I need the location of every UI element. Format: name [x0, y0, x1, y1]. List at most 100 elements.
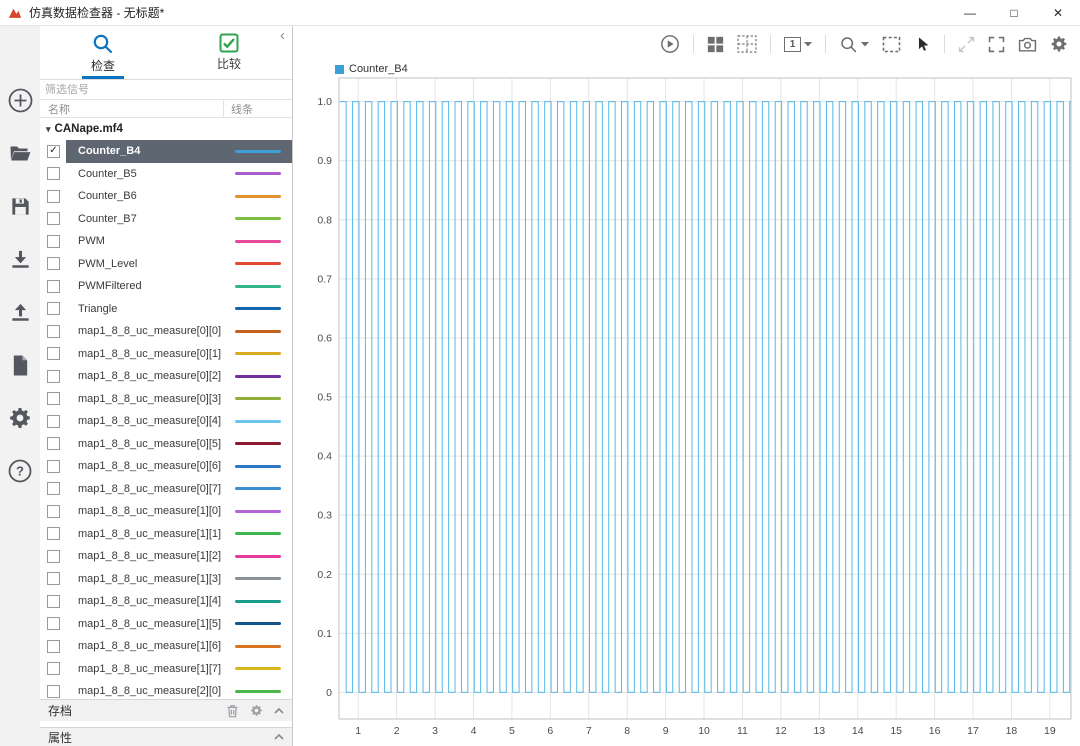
- chart-container[interactable]: Counter_B4 1 2 3 4 5 6 7 8 9 10 11 12 13 14 15 16 17 18 19…: [293, 62, 1080, 746]
- collapse-up-icon[interactable]: [274, 707, 284, 714]
- archive-label: 存档: [48, 704, 73, 718]
- view-count-box: 1: [784, 36, 801, 52]
- help-button[interactable]: ?: [6, 457, 34, 485]
- signal-checkbox[interactable]: [40, 432, 66, 455]
- import-button[interactable]: [6, 245, 34, 273]
- signal-checkbox[interactable]: [40, 342, 66, 365]
- signal-panel: 检查 比较 ‹ 名称 线条 ▾ CANape.mf4 ✓: [40, 26, 293, 746]
- signal-checkbox[interactable]: [40, 365, 66, 388]
- trash-icon[interactable]: [226, 704, 239, 718]
- signal-row[interactable]: map1_8_8_uc_measure[1][2]: [40, 545, 292, 568]
- signal-row[interactable]: map1_8_8_uc_measure[0][7]: [40, 477, 292, 500]
- signal-checkbox[interactable]: [40, 680, 66, 699]
- plot-settings-button[interactable]: [1050, 35, 1068, 53]
- signal-row[interactable]: Triangle: [40, 297, 292, 320]
- signal-row[interactable]: map1_8_8_uc_measure[1][3]: [40, 567, 292, 590]
- signal-row[interactable]: map1_8_8_uc_measure[1][4]: [40, 590, 292, 613]
- tab-inspect[interactable]: 检查: [40, 26, 166, 79]
- gear-icon[interactable]: [250, 704, 263, 717]
- signal-row[interactable]: PWM: [40, 230, 292, 253]
- fit-to-view-button[interactable]: [882, 36, 901, 53]
- snapshot-button[interactable]: [1018, 36, 1037, 53]
- signal-row[interactable]: PWM_Level: [40, 252, 292, 275]
- report-button[interactable]: [6, 351, 34, 379]
- svg-text:9: 9: [663, 725, 669, 737]
- signal-row[interactable]: map1_8_8_uc_measure[2][0]: [40, 680, 292, 699]
- tab-compare[interactable]: 比较: [166, 26, 292, 79]
- signal-row[interactable]: map1_8_8_uc_measure[1][1]: [40, 522, 292, 545]
- signal-checkbox[interactable]: [40, 387, 66, 410]
- open-file-button[interactable]: [6, 139, 34, 167]
- svg-text:0.2: 0.2: [317, 569, 332, 581]
- signal-row[interactable]: PWMFiltered: [40, 275, 292, 298]
- signal-checkbox[interactable]: [40, 657, 66, 680]
- save-button[interactable]: [6, 192, 34, 220]
- fullscreen-button[interactable]: [988, 36, 1005, 53]
- playback-button[interactable]: [660, 34, 680, 54]
- add-run-button[interactable]: [6, 86, 34, 114]
- collapse-up-icon[interactable]: [274, 734, 284, 740]
- signal-row[interactable]: map1_8_8_uc_measure[0][0]: [40, 320, 292, 343]
- signal-checkbox[interactable]: [40, 230, 66, 253]
- signal-row[interactable]: map1_8_8_uc_measure[1][0]: [40, 500, 292, 523]
- signal-row[interactable]: ✓ Counter_B4: [40, 140, 292, 163]
- signal-checkbox[interactable]: ✓: [40, 140, 66, 163]
- signal-row[interactable]: map1_8_8_uc_measure[1][7]: [40, 657, 292, 680]
- signal-row[interactable]: map1_8_8_uc_measure[0][1]: [40, 342, 292, 365]
- signal-checkbox[interactable]: [40, 252, 66, 275]
- signal-checkbox[interactable]: [40, 500, 66, 523]
- minimize-button[interactable]: —: [948, 0, 992, 25]
- signal-row[interactable]: map1_8_8_uc_measure[0][6]: [40, 455, 292, 478]
- filter-signals-input[interactable]: [40, 80, 292, 99]
- signal-checkbox[interactable]: [40, 410, 66, 433]
- signal-checkbox[interactable]: [40, 207, 66, 230]
- signal-checkbox[interactable]: [40, 455, 66, 478]
- signal-checkbox[interactable]: [40, 477, 66, 500]
- toolbar-separator: [825, 35, 826, 53]
- zoom-dropdown[interactable]: [839, 35, 869, 54]
- signal-checkbox[interactable]: [40, 635, 66, 658]
- signal-row[interactable]: Counter_B7: [40, 207, 292, 230]
- signal-row[interactable]: map1_8_8_uc_measure[0][2]: [40, 365, 292, 388]
- signal-row[interactable]: map1_8_8_uc_measure[0][4]: [40, 410, 292, 433]
- signal-name: map1_8_8_uc_measure[2][0]: [78, 685, 222, 698]
- signal-checkbox[interactable]: [40, 545, 66, 568]
- signal-line-swatch: [224, 365, 292, 388]
- subplot-grid-button[interactable]: [737, 35, 757, 53]
- signal-line-swatch: [224, 680, 292, 699]
- pointer-tool-button[interactable]: [914, 36, 931, 53]
- signal-checkbox[interactable]: [40, 162, 66, 185]
- maximize-button[interactable]: □: [992, 0, 1036, 25]
- preferences-button[interactable]: [6, 404, 34, 432]
- signal-row[interactable]: map1_8_8_uc_measure[1][6]: [40, 635, 292, 658]
- signal-checkbox[interactable]: [40, 297, 66, 320]
- signal-row[interactable]: map1_8_8_uc_measure[0][3]: [40, 387, 292, 410]
- collapse-panel-icon[interactable]: ‹: [280, 28, 285, 43]
- run-group-row[interactable]: ▾ CANape.mf4: [40, 118, 292, 140]
- play-circle-icon: [661, 35, 679, 53]
- export-button[interactable]: [6, 298, 34, 326]
- help-icon: ?: [8, 459, 32, 483]
- signal-checkbox[interactable]: [40, 185, 66, 208]
- layout-button[interactable]: [707, 36, 724, 53]
- signal-row[interactable]: Counter_B6: [40, 185, 292, 208]
- close-button[interactable]: ✕: [1036, 0, 1080, 25]
- expand-arrows-button[interactable]: [958, 36, 975, 53]
- signal-checkbox[interactable]: [40, 275, 66, 298]
- signal-line-swatch: [224, 140, 292, 163]
- search-icon: [93, 34, 113, 54]
- signal-checkbox[interactable]: [40, 320, 66, 343]
- properties-section-header[interactable]: 属性: [40, 727, 292, 746]
- signal-checkbox[interactable]: [40, 612, 66, 635]
- svg-text:19: 19: [1044, 725, 1056, 737]
- signal-checkbox[interactable]: [40, 522, 66, 545]
- signal-checkbox[interactable]: [40, 567, 66, 590]
- archive-section-header[interactable]: 存档: [40, 699, 292, 721]
- signal-checkbox[interactable]: [40, 590, 66, 613]
- signal-row[interactable]: map1_8_8_uc_measure[1][5]: [40, 612, 292, 635]
- expand-triangle-icon[interactable]: ▾: [46, 124, 51, 135]
- view-layout-dropdown[interactable]: 1: [784, 36, 812, 52]
- signal-row[interactable]: Counter_B5: [40, 162, 292, 185]
- pointer-icon: [918, 36, 929, 51]
- signal-row[interactable]: map1_8_8_uc_measure[0][5]: [40, 432, 292, 455]
